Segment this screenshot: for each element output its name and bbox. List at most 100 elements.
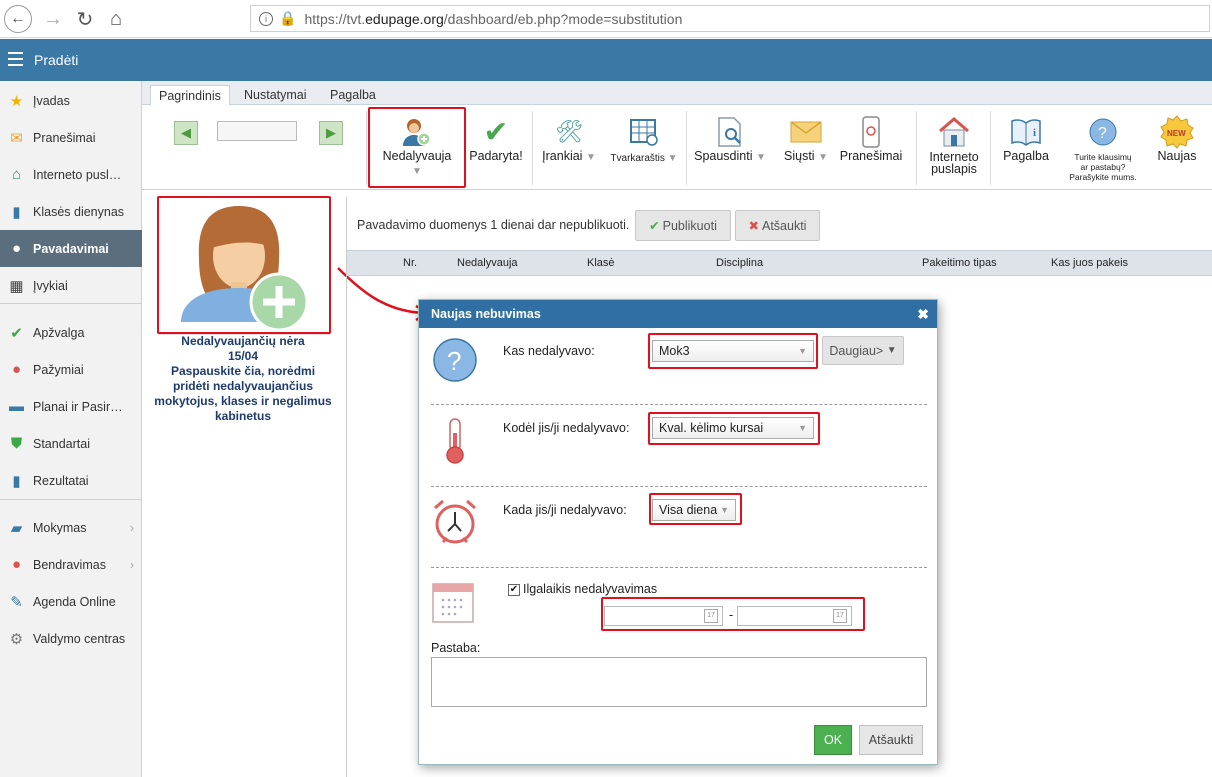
divider — [431, 404, 927, 405]
chevron-right-icon: › — [129, 520, 134, 535]
menu-icon[interactable] — [8, 52, 23, 66]
app-title[interactable]: Pradėti — [34, 52, 78, 68]
send-label: Siųsti — [784, 149, 815, 163]
sidebar-item-calendar[interactable]: ▦ Įvykiai — [0, 267, 142, 304]
x-icon: ✖ — [748, 219, 759, 233]
calendar-icon: ▦ — [9, 277, 24, 295]
url-host: edupage.org — [365, 10, 444, 27]
timetable-button[interactable]: Tvarkaraštis ▼ — [608, 115, 680, 164]
tools-icon: 🛠 — [555, 119, 583, 144]
prev-day-button[interactable]: ◀ — [174, 121, 198, 145]
print-button[interactable]: Spausdinti ▼ — [694, 115, 766, 163]
col-change-type[interactable]: Pakeitimo tipas — [922, 257, 997, 269]
sidebar-item-bar-chart[interactable]: ▮ Rezultatai — [0, 462, 142, 499]
longterm-checkbox[interactable]: ✔ — [508, 584, 520, 596]
col-class[interactable]: Klasė — [587, 257, 615, 269]
send-button[interactable]: Siųsti ▼ — [778, 115, 834, 163]
grades-icon: ● — [11, 361, 22, 378]
website-button[interactable]: Interneto puslapis — [922, 115, 986, 175]
publish-button[interactable]: ✔ Publikuoti — [635, 210, 731, 241]
thermometer-icon — [446, 418, 464, 464]
sidebar-item-check-circle[interactable]: ✔ Apžvalga — [0, 314, 142, 351]
check-icon: ✔ — [649, 219, 660, 233]
new-button[interactable]: NEW Naujas — [1152, 115, 1202, 163]
add-absent-caption[interactable]: Nedalyvaujančių nėra 15/04 Paspauskite č… — [148, 334, 338, 424]
substitution-table-header: Nr. Nedalyvauja Klasė Disciplina Pakeiti… — [347, 250, 1212, 276]
hint-line-4: kabinetus — [214, 409, 271, 423]
col-nr[interactable]: Nr. — [403, 257, 417, 269]
timetable-icon — [608, 115, 680, 149]
sidebar-item-label: Pranešimai — [33, 130, 96, 145]
sidebar-item-star[interactable]: ★ Įvadas — [0, 82, 142, 119]
tab-pagrindinis[interactable]: Pagrindinis — [150, 85, 230, 106]
back-button[interactable]: ← — [4, 5, 32, 33]
svg-text:?: ? — [447, 346, 461, 376]
ok-button[interactable]: OK — [814, 725, 852, 755]
sidebar-item-person[interactable]: ● Pavadavimai — [0, 230, 142, 267]
alarm-clock-icon — [434, 499, 476, 544]
date-display[interactable] — [217, 121, 297, 141]
sidebar-item-home[interactable]: ⌂ Interneto pusl… — [0, 156, 142, 193]
chevron-down-icon[interactable]: ▼ — [668, 153, 678, 164]
sidebar-item-label: Apžvalga — [33, 325, 85, 340]
feedback-button[interactable]: ? Turite klausimų ar pastabų? Parašykite… — [1060, 115, 1146, 182]
tab-pagalba[interactable]: Pagalba — [322, 85, 384, 106]
calendar-icon — [432, 583, 474, 623]
svg-text:i: i — [1033, 127, 1036, 139]
sidebar-item-pen[interactable]: ✎ Agenda Online — [0, 583, 142, 620]
dialog-title: Naujas nebuvimas — [431, 307, 541, 321]
tab-nustatymai[interactable]: Nustatymai — [236, 85, 315, 106]
home-button[interactable]: ⌂ — [101, 4, 131, 34]
tools-button[interactable]: 🛠 Įrankiai ▼ — [538, 115, 600, 163]
divider — [431, 486, 927, 487]
sidebar-item-mail[interactable]: ✉ Pranešimai — [0, 119, 142, 156]
chevron-right-icon: › — [129, 557, 134, 572]
forward-button[interactable]: → — [38, 4, 68, 34]
briefcase-icon: ▬ — [9, 398, 24, 415]
chat-icon: ● — [11, 556, 22, 573]
more-button[interactable]: Daugiau> ▼ — [822, 336, 904, 365]
sidebar-item-book[interactable]: ▮ Klasės dienynas — [0, 193, 142, 230]
hint-line-2: pridėti nedalyvaujančius — [172, 379, 314, 393]
next-day-button[interactable]: ▶ — [319, 121, 343, 145]
more-label: Daugiau> — [829, 343, 884, 358]
chevron-down-icon[interactable]: ▼ — [756, 152, 766, 163]
manual-icon: i — [998, 115, 1054, 149]
sidebar: ★ Įvadas ✉ Pranešimai ⌂ Interneto pusl… ▮ Klasė… — [0, 81, 142, 777]
highlight-why — [648, 412, 820, 445]
reload-button[interactable]: ↻ — [70, 4, 100, 34]
gear-icon: ⚙ — [9, 630, 24, 648]
chevron-down-icon[interactable]: ▼ — [586, 152, 596, 163]
pen-icon: ✎ — [10, 593, 23, 611]
ribbon-separator — [916, 111, 917, 185]
help-button[interactable]: i Pagalba — [998, 115, 1054, 163]
notifications-button[interactable]: Pranešimai — [836, 115, 906, 163]
sidebar-item-label: Standartai — [33, 436, 90, 451]
question-icon: ? — [1060, 115, 1146, 149]
cancel-label: Atšaukti — [762, 218, 807, 233]
note-textarea[interactable] — [431, 657, 927, 707]
address-bar[interactable]: i 🔒 https://tvt. edupage.org/dashboard/eb… — [250, 5, 1210, 32]
col-replacement[interactable]: Kas juos pakeis — [1051, 257, 1128, 269]
info-icon[interactable]: i — [259, 11, 273, 26]
col-subject[interactable]: Disciplina — [716, 257, 763, 269]
sidebar-item-shield[interactable]: ⛊ Standartai — [0, 425, 142, 462]
print-label: Spausdinti — [694, 149, 753, 163]
chevron-down-icon[interactable]: ▼ — [818, 152, 828, 163]
sidebar-item-label: Mokymas — [33, 520, 87, 535]
publish-message: Pavadavimo duomenys 1 dienai dar nepubli… — [357, 218, 630, 232]
col-absent[interactable]: Nedalyvauja — [457, 257, 518, 269]
dialog-header: Naujas nebuvimas ✖ — [419, 300, 937, 328]
print-preview-icon — [694, 115, 766, 149]
checkmark-icon: ✔ — [483, 115, 509, 149]
sidebar-item-chat[interactable]: ● Bendravimas › — [0, 546, 142, 583]
sidebar-item-open-book[interactable]: ▰ Mokymas › — [0, 509, 142, 546]
sidebar-item-briefcase[interactable]: ▬ Planai ir Pasir… — [0, 388, 142, 425]
cancel-publish-button[interactable]: ✖ Atšaukti — [735, 210, 820, 241]
sidebar-item-gear[interactable]: ⚙ Valdymo centras — [0, 620, 142, 657]
done-button[interactable]: ✔ Padaryta! — [466, 115, 526, 164]
sidebar-item-grades[interactable]: ● Pažymiai — [0, 351, 142, 388]
sidebar-item-label: Agenda Online — [33, 594, 116, 609]
cancel-button[interactable]: Atšaukti — [859, 725, 923, 755]
close-icon[interactable]: ✖ — [917, 300, 929, 328]
